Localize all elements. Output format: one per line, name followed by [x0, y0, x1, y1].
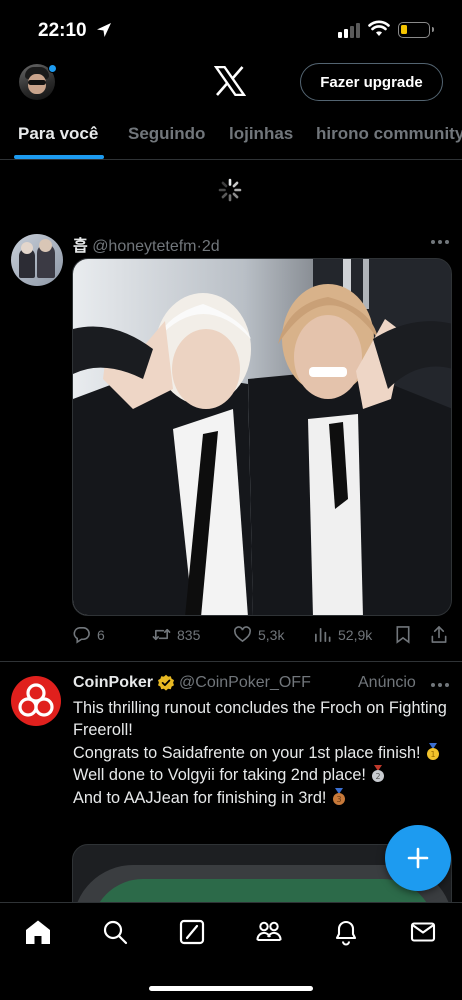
cellular-signal-icon	[338, 23, 360, 38]
tweet-author-avatar[interactable]	[11, 234, 63, 286]
mail-icon[interactable]	[409, 918, 437, 946]
repost-count: 835	[177, 626, 201, 643]
tweet-photo[interactable]	[72, 258, 452, 616]
tweet[interactable]: 흡 @honeytetefm·2d 6 835 5,3k 52,9k	[0, 222, 462, 662]
author-handle[interactable]: @CoinPoker_OFF	[179, 674, 311, 692]
tweet-header: CoinPoker @CoinPoker_OFF	[73, 674, 311, 692]
tab-hirono-community[interactable]: hirono community	[316, 124, 462, 144]
like-count: 5,3k	[258, 626, 285, 643]
wifi-icon	[368, 20, 390, 36]
svg-text:3: 3	[336, 795, 341, 804]
tab-para-voce[interactable]: Para você	[18, 124, 98, 144]
grok-icon[interactable]	[178, 918, 206, 946]
bookmark-icon[interactable]	[394, 625, 412, 644]
tweet-header: 흡 @honeytetefm·2d	[73, 232, 220, 256]
bell-icon[interactable]	[332, 918, 360, 946]
plus-icon	[407, 847, 429, 869]
tweet-text-line: Congrats to Saidafrente on your 1st plac…	[73, 743, 421, 762]
more-horizontal-icon[interactable]	[431, 683, 449, 687]
tab-lojinhas[interactable]: lojinhas	[229, 124, 293, 144]
gold-medal-icon: 1	[427, 742, 440, 760]
svg-text:1: 1	[431, 750, 436, 759]
status-time: 22:10	[38, 20, 87, 41]
tab-seguindo[interactable]: Seguindo	[128, 124, 205, 144]
top-header: Fazer upgrade	[0, 56, 462, 108]
battery-icon	[398, 22, 434, 38]
author-name[interactable]: CoinPoker	[73, 674, 153, 692]
tweet-actions: 6 835 5,3k 52,9k	[72, 625, 452, 647]
x-logo-icon	[214, 66, 246, 96]
views-count: 52,9k	[338, 626, 373, 643]
location-arrow-icon	[97, 23, 111, 37]
tweet-text-line: This thrilling runout concludes the Froc…	[73, 699, 447, 740]
tweet-text: This thrilling runout concludes the Froc…	[73, 697, 453, 809]
coinpoker-avatar[interactable]	[11, 676, 61, 726]
active-tab-indicator	[14, 155, 104, 159]
loading-spinner-icon	[218, 178, 242, 202]
heart-icon	[234, 626, 251, 643]
tweet-text-line: And to AAJJean for finishing in 3rd!	[73, 788, 327, 807]
reply-count: 6	[97, 626, 105, 643]
like-button[interactable]: 5,3k	[233, 625, 284, 644]
repost-icon	[152, 628, 171, 641]
home-indicator	[149, 986, 313, 991]
photo-illustration	[73, 259, 451, 615]
communities-icon[interactable]	[255, 918, 283, 946]
upgrade-button[interactable]: Fazer upgrade	[300, 63, 443, 101]
verified-badge-icon	[158, 674, 175, 691]
tweet-age[interactable]: 2d	[202, 238, 220, 255]
views-icon	[314, 627, 331, 643]
views-button[interactable]: 52,9k	[313, 625, 372, 644]
ad-label: Anúncio	[358, 674, 416, 691]
reply-icon	[73, 627, 90, 644]
compose-button[interactable]	[385, 825, 451, 891]
search-icon[interactable]	[101, 918, 129, 946]
bottom-nav	[0, 902, 462, 1000]
repost-button[interactable]: 835	[152, 625, 200, 644]
timeline-tabs: Para você Seguindo lojinhas hirono commu…	[0, 110, 462, 160]
home-icon[interactable]	[24, 918, 52, 946]
author-handle[interactable]: @honeytetefm	[92, 238, 196, 255]
author-name[interactable]: 흡	[73, 238, 88, 255]
notification-dot	[48, 64, 57, 73]
reply-button[interactable]: 6	[72, 625, 105, 644]
silver-medal-icon: 2	[372, 765, 385, 783]
share-icon[interactable]	[430, 625, 448, 644]
tweet-text-line: Well done to Volgyii for taking 2nd plac…	[73, 766, 366, 785]
bronze-medal-icon: 3	[332, 787, 345, 805]
coinpoker-logo-icon	[18, 683, 54, 717]
svg-text:2: 2	[376, 772, 381, 781]
more-horizontal-icon[interactable]	[431, 240, 449, 244]
status-bar: 22:10	[0, 0, 462, 62]
